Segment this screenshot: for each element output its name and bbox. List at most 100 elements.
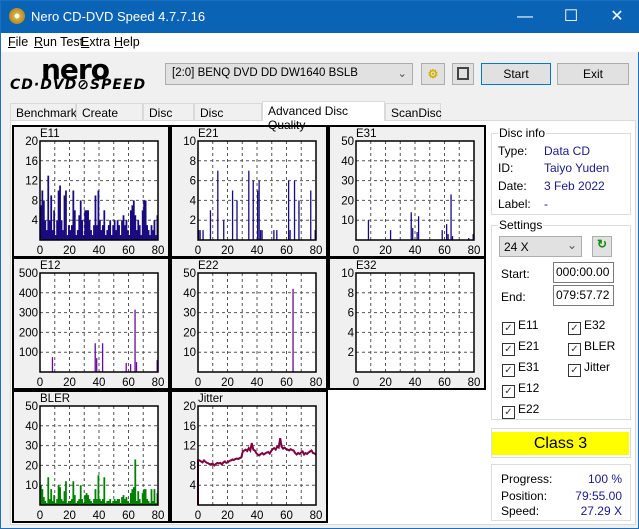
- y-tick-label: 16: [25, 156, 38, 168]
- bar: [257, 190, 259, 240]
- group-title: Disc info: [498, 126, 547, 140]
- bar: [252, 180, 254, 240]
- checkmark-icon: ✓: [568, 343, 581, 356]
- x-tick-label: 60: [122, 510, 135, 521]
- x-tick-label: 20: [221, 377, 234, 388]
- checkbox-e32[interactable]: ✓ E32: [568, 318, 605, 335]
- y-tick-label: 8: [348, 288, 354, 300]
- chart-panel-e22: E22 10 20 30 40 50 0 20 40 60 80: [170, 257, 328, 390]
- app-icon: [9, 8, 25, 24]
- tab-create-disc[interactable]: Create Disc: [76, 103, 143, 134]
- id-label: ID:: [498, 161, 514, 175]
- menu-file[interactable]: File: [8, 35, 28, 49]
- label-label: Label:: [498, 197, 531, 211]
- tab-advanced-disc-quality[interactable]: Advanced Disc Quality: [262, 101, 385, 132]
- y-tick-label: 500: [19, 268, 38, 280]
- close-button[interactable]: ✕: [594, 1, 639, 33]
- x-tick-label: 80: [310, 510, 323, 521]
- class-group: Class 3: [491, 428, 631, 458]
- menu-label: File: [8, 35, 29, 49]
- menu-run-test[interactable]: Run Test: [34, 35, 83, 49]
- checkbox-e21[interactable]: ✓ E21: [502, 339, 539, 356]
- y-tick-label: 30: [341, 176, 354, 188]
- x-tick-label: 0: [353, 377, 359, 388]
- checkmark-icon: ✓: [568, 364, 581, 377]
- bar: [129, 364, 132, 372]
- start-input[interactable]: 000:00.00: [553, 262, 614, 283]
- y-tick-label: 4: [32, 215, 39, 227]
- x-tick-label: 80: [468, 245, 481, 256]
- checkbox-jitter[interactable]: ✓ Jitter: [568, 360, 610, 377]
- y-tick-label: 16: [183, 421, 196, 433]
- date-value: 3 Feb 2022: [544, 179, 605, 193]
- minimize-button[interactable]: —: [502, 1, 548, 33]
- exit-button[interactable]: Exit: [557, 63, 629, 85]
- bar: [416, 232, 418, 240]
- x-tick-label: 20: [379, 245, 392, 256]
- chart-bler: 10 20 30 40 50 0 20 40 60 80: [25, 401, 165, 521]
- end-input[interactable]: 079:57.72: [553, 285, 614, 306]
- x-tick-label: 80: [152, 245, 165, 256]
- checkbox-label: E22: [518, 402, 540, 416]
- checkbox-e22[interactable]: ✓ E22: [502, 402, 539, 419]
- cd-dvd-speed-logo: CD·DVD⊘SPEED: [10, 77, 147, 93]
- y-tick-label: 30: [25, 441, 38, 453]
- bar: [202, 230, 204, 240]
- checkbox-label: E12: [518, 381, 540, 395]
- y-tick-label: 50: [341, 136, 354, 148]
- chart-panel-e11: E11 4 8 12 16 20 0 20 40 60 80: [12, 125, 170, 258]
- x-tick-label: 60: [280, 245, 293, 256]
- y-tick-label: 10: [183, 136, 196, 148]
- y-tick-label: 12: [183, 441, 196, 453]
- y-tick-label: 8: [190, 156, 196, 168]
- y-tick-label: 50: [25, 401, 38, 413]
- maximize-button[interactable]: ☐: [548, 1, 594, 33]
- tab-scandisc[interactable]: ScanDisc: [385, 103, 442, 121]
- speed-value: 27.29 X: [580, 504, 622, 518]
- position-value: 79:55.00: [575, 489, 622, 503]
- save-button[interactable]: [452, 63, 474, 85]
- y-tick-label: 40: [341, 156, 354, 168]
- bar: [298, 200, 300, 240]
- bar: [199, 230, 201, 240]
- chart-panel-e32: E32 2 4 6 8 10 0 20 40 60 80: [328, 257, 486, 390]
- bar: [447, 234, 449, 240]
- y-tick-label: 8: [32, 195, 38, 207]
- chart-jitter: 4 8 12 16 20 0 20 40 60 80: [183, 401, 323, 521]
- y-tick-label: 20: [341, 195, 354, 207]
- drive-select[interactable]: [2:0] BENQ DVD DD DW1640 BSLB ⌄: [165, 63, 413, 85]
- x-tick-label: 40: [409, 377, 422, 388]
- menu-help[interactable]: Help: [114, 35, 140, 49]
- checkbox-label: E31: [518, 360, 540, 374]
- checkbox-e31[interactable]: ✓ E31: [502, 360, 539, 377]
- menu-extra[interactable]: Extra: [81, 35, 110, 49]
- tab-disc-quality[interactable]: Disc Quality: [194, 103, 262, 134]
- speed-select[interactable]: 24 X ⌄: [499, 236, 582, 257]
- disc-info-group: Disc info Type: Data CD ID: Taiyo Yuden …: [491, 126, 631, 215]
- bar: [258, 180, 260, 240]
- end-label: End:: [501, 290, 526, 304]
- refresh-button[interactable]: ↻: [592, 236, 612, 257]
- start-label: Start:: [501, 267, 530, 281]
- chart-e12: 100 200 300 400 500 0 20 40 60 80: [19, 268, 165, 388]
- x-tick-label: 80: [468, 377, 481, 388]
- checkbox-e11[interactable]: ✓ E11: [502, 318, 538, 335]
- tab-disc-info[interactable]: Disc Info: [143, 103, 194, 134]
- checkbox-bler[interactable]: ✓ BLER: [568, 339, 615, 356]
- bar: [287, 180, 290, 240]
- tab-benchmark[interactable]: Benchmark: [10, 103, 77, 121]
- checkbox-e12[interactable]: ✓ E12: [502, 381, 539, 398]
- y-tick-label: 10: [25, 480, 38, 492]
- drive-value: [2:0] BENQ DVD DD DW1640 BSLB: [172, 67, 358, 79]
- y-tick-label: 8: [190, 460, 196, 472]
- eject-button[interactable]: ⚙: [421, 63, 445, 85]
- y-tick-label: 2: [190, 215, 196, 227]
- title-bar: Nero CD-DVD Speed 4.7.7.16 — ☐ ✕: [1, 1, 639, 33]
- start-button[interactable]: Start: [481, 63, 551, 85]
- x-tick-label: 0: [37, 245, 43, 256]
- x-tick-label: 40: [251, 510, 264, 521]
- x-tick-label: 80: [152, 510, 165, 521]
- y-tick-label: 20: [25, 460, 38, 472]
- refresh-icon: ↻: [596, 237, 608, 251]
- y-tick-label: 30: [183, 308, 196, 320]
